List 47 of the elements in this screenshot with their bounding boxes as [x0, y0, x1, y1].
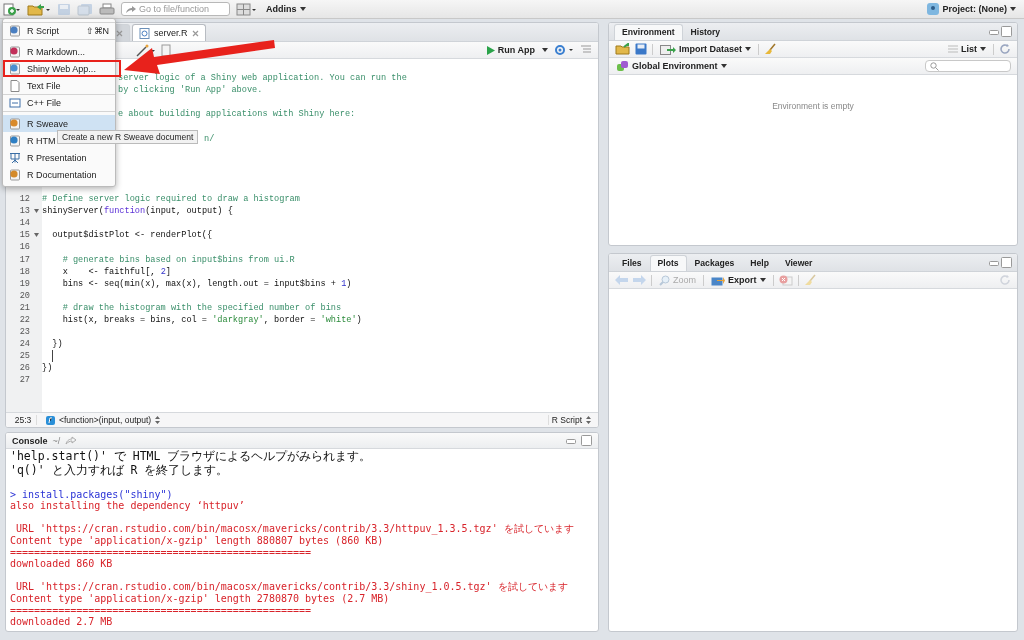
code-line: by clicking 'Run App' above.	[118, 84, 263, 97]
code-line: # draw the histogram with the specified number of bins	[61, 301, 342, 314]
line-number: 13	[19, 206, 30, 217]
line-number: 17	[19, 254, 30, 265]
console-line: 'help.start()' で HTML ブラウザによるヘルプがみられます。	[10, 450, 372, 464]
console-line: URL 'https://cran.rstudio.com/bin/macosx/mavericks/contrib/3.3/httpuv_1.3.5.tgz' を試しています	[15, 523, 574, 535]
line-number: 25	[19, 351, 30, 362]
line-number: 23	[19, 327, 30, 338]
code-line: server logic of a Shiny web application. You can run the	[118, 72, 407, 85]
line-number: 15	[19, 230, 30, 241]
console-line: 'q()' と入力すれば R を終了します。	[10, 463, 229, 477]
console-line: Content type 'application/x-gzip' length 2780870 bytes (2.7 MB)	[10, 592, 390, 604]
line-number: 19	[19, 278, 30, 289]
line-number: 22	[19, 314, 30, 325]
code-line: bins <- seq(min(x), max(x), length.out = input$bins + 1)	[61, 277, 352, 290]
cursor-position: 25:3	[10, 415, 37, 425]
console-line: downloaded 860 KB	[10, 558, 113, 570]
code-line: shinyServer(function(input, output) {	[42, 205, 233, 218]
empty-message: Environment is empty	[772, 101, 854, 113]
tooltip: Create a new R Sweave document	[57, 130, 199, 144]
code-line: e about building applications with Shiny here:	[118, 108, 356, 121]
console-line: also installing the dependency ‘httpuv’	[10, 500, 245, 512]
console-line: Content type 'application/x-gzip' length 880807 bytes (860 KB)	[10, 534, 384, 546]
line-number: 12	[19, 194, 30, 205]
line-number: 26	[19, 363, 30, 374]
console-line: ==================================================	[10, 604, 312, 616]
code-line: hist(x, breaks = bins, col = 'darkgray', border = 'white')	[61, 313, 362, 327]
code-line: # Define server logic required to draw a histogram	[42, 193, 300, 206]
code-line: n/	[204, 132, 215, 145]
line-number: 20	[19, 290, 30, 301]
line-number: 24	[19, 339, 30, 350]
line-number: 21	[19, 302, 30, 313]
code-line: # generate bins based on input$bins from ui.R	[61, 253, 295, 266]
console-line: ==================================================	[10, 546, 312, 558]
console-line: URL 'https://cran.rstudio.com/bin/macosx/mavericks/contrib/3.3/shiny_1.0.5.tgz' を試しています	[15, 581, 568, 593]
line-number: 16	[19, 242, 30, 253]
working-directory: ~/	[52, 435, 61, 446]
console-line: downloaded 2.7 MB	[10, 616, 113, 628]
line-number: 18	[19, 266, 30, 277]
code-line: output$distPlot <- renderPlot({	[51, 229, 213, 242]
console-title: Console	[12, 435, 48, 446]
line-number: 14	[19, 218, 30, 229]
code-line: })	[51, 338, 63, 351]
console-line: > install.packages("shiny")	[10, 488, 173, 500]
code-line: x <- faithful[, 2]	[61, 265, 171, 278]
line-number: 27	[19, 375, 30, 386]
code-line: })	[42, 362, 53, 375]
